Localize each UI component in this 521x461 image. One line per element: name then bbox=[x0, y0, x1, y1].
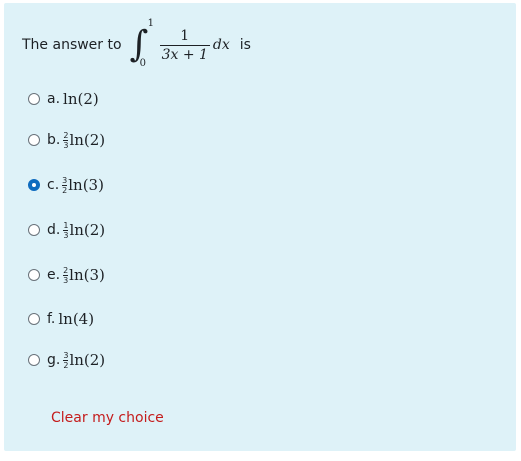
question-panel: The answer to ∫ 1 0 1 3x + 1 dx is a. ln… bbox=[4, 3, 516, 451]
option-g[interactable]: g. 3 2 ln(2) bbox=[28, 348, 105, 372]
option-letter: c. bbox=[47, 177, 60, 193]
coefficient-numerator: 3 bbox=[63, 350, 69, 360]
option-b[interactable]: b. 2 3 ln(2) bbox=[28, 128, 105, 152]
option-c[interactable]: c. 3 2 ln(3) bbox=[28, 173, 104, 197]
option-e[interactable]: e. 2 3 ln(3) bbox=[28, 263, 105, 287]
radio-button[interactable] bbox=[28, 224, 40, 236]
option-expression: ln(2) bbox=[69, 131, 106, 149]
differential: dx bbox=[212, 37, 230, 53]
option-a[interactable]: a. ln(2) bbox=[28, 87, 99, 111]
option-coefficient: 3 2 bbox=[63, 350, 69, 370]
integral-expression: ∫ 1 0 1 3x + 1 dx bbox=[129, 18, 230, 69]
option-letter: f. bbox=[47, 311, 56, 327]
option-coefficient: 3 2 bbox=[62, 175, 68, 195]
radio-button[interactable] bbox=[28, 179, 40, 191]
coefficient-numerator: 3 bbox=[62, 175, 68, 185]
integrand-numerator: 1 bbox=[180, 27, 190, 44]
option-letter: a. bbox=[47, 91, 61, 107]
option-expression: ln(2) bbox=[69, 221, 106, 239]
integral-lower-limit: 0 bbox=[139, 58, 146, 69]
option-expression: ln(2) bbox=[63, 90, 99, 108]
integrand-denominator: 3x + 1 bbox=[159, 44, 210, 63]
coefficient-denominator: 3 bbox=[63, 139, 69, 150]
option-coefficient: 2 3 bbox=[63, 130, 69, 150]
coefficient-denominator: 3 bbox=[63, 274, 69, 285]
question-text: The answer to ∫ 1 0 1 3x + 1 dx is bbox=[22, 18, 251, 70]
coefficient-denominator: 2 bbox=[62, 184, 68, 195]
question-prefix: The answer to bbox=[22, 37, 122, 53]
option-d[interactable]: d. 1 3 ln(2) bbox=[28, 218, 105, 242]
option-expression: ln(2) bbox=[69, 351, 106, 369]
integrand-fraction: 1 3x + 1 bbox=[159, 27, 210, 63]
coefficient-denominator: 2 bbox=[63, 359, 69, 370]
coefficient-numerator: 1 bbox=[63, 220, 69, 230]
radio-button[interactable] bbox=[28, 93, 40, 105]
question-suffix: is bbox=[239, 37, 251, 53]
coefficient-numerator: 2 bbox=[63, 265, 69, 275]
option-expression: ln(4) bbox=[58, 310, 95, 328]
option-letter: b. bbox=[47, 132, 61, 148]
radio-button[interactable] bbox=[28, 354, 40, 366]
option-coefficient: 2 3 bbox=[63, 265, 69, 285]
radio-button[interactable] bbox=[28, 134, 40, 146]
option-coefficient: 1 3 bbox=[63, 220, 69, 240]
option-letter: g. bbox=[47, 352, 61, 368]
coefficient-denominator: 3 bbox=[63, 229, 69, 240]
option-expression: ln(3) bbox=[68, 176, 104, 194]
radio-button[interactable] bbox=[28, 269, 40, 281]
radio-button[interactable] bbox=[28, 313, 40, 325]
coefficient-numerator: 2 bbox=[63, 130, 69, 140]
integral-sign: ∫ 1 0 bbox=[129, 18, 154, 69]
option-expression: ln(3) bbox=[69, 266, 105, 284]
integral-upper-limit: 1 bbox=[147, 18, 154, 29]
clear-choice-link[interactable]: Clear my choice bbox=[51, 410, 164, 426]
option-f[interactable]: f. ln(4) bbox=[28, 307, 94, 331]
option-letter: e. bbox=[47, 267, 61, 283]
option-letter: d. bbox=[47, 222, 61, 238]
